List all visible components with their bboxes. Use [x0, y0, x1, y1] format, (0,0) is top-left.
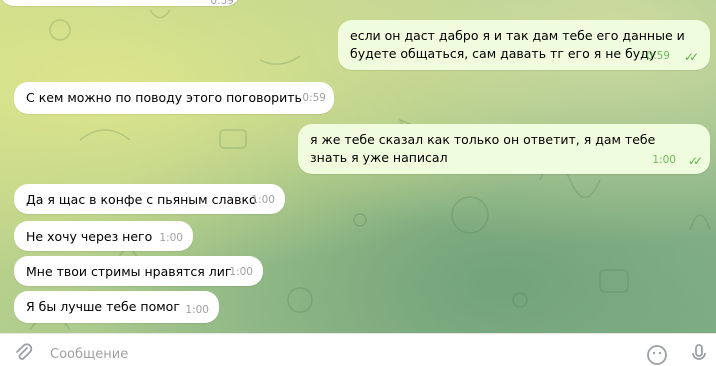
- message-incoming[interactable]: Не хочу через него 1:00: [14, 221, 193, 251]
- emoji-icon[interactable]: [646, 344, 668, 366]
- message-composer: Сообщение: [0, 333, 716, 365]
- message-text: я же тебе сказал как только он ответит, …: [310, 132, 656, 165]
- message-outgoing[interactable]: если он даст дабро я и так дам тебе его …: [338, 20, 710, 70]
- message-time: 0:59: [210, 0, 234, 7]
- message-time: 1:00: [185, 304, 209, 316]
- message-time: 1:00: [159, 232, 183, 244]
- message-incoming[interactable]: Мне твои стримы нравятся лиг 1:00: [14, 256, 263, 286]
- message-text: если он даст дабро я и так дам тебе его …: [350, 28, 685, 61]
- message-time: 0:59: [646, 50, 670, 62]
- message-incoming-partial[interactable]: 0:59: [0, 0, 240, 7]
- message-incoming[interactable]: С кем можно по поводу этого поговорить 0…: [14, 82, 334, 114]
- message-time: 1:00: [229, 266, 253, 278]
- paperclip-icon[interactable]: [12, 342, 34, 364]
- message-text: Я бы лучше тебе помог: [26, 299, 180, 314]
- chat-background: 0:59 если он даст дабро я и так дам тебе…: [0, 0, 716, 333]
- message-time: 1:00: [652, 154, 676, 166]
- double-check-icon: ✓✓: [687, 154, 703, 168]
- message-time: 0:59: [302, 92, 326, 104]
- message-text: Не хочу через него: [26, 229, 153, 244]
- message-input[interactable]: Сообщение: [50, 347, 128, 362]
- double-check-icon: ✓✓: [683, 50, 699, 64]
- message-text: С кем можно по поводу этого поговорить: [26, 90, 302, 105]
- message-incoming[interactable]: Да я щас в конфе с пьяным славко 1:00: [14, 184, 285, 214]
- message-time: 1:00: [251, 194, 275, 206]
- message-text: Да я щас в конфе с пьяным славко: [26, 192, 257, 207]
- message-text: Мне твои стримы нравятся лиг: [26, 264, 232, 279]
- message-incoming[interactable]: Я бы лучше тебе помог 1:00: [14, 291, 219, 323]
- microphone-icon[interactable]: [688, 343, 710, 365]
- message-outgoing[interactable]: я же тебе сказал как только он ответит, …: [298, 124, 710, 174]
